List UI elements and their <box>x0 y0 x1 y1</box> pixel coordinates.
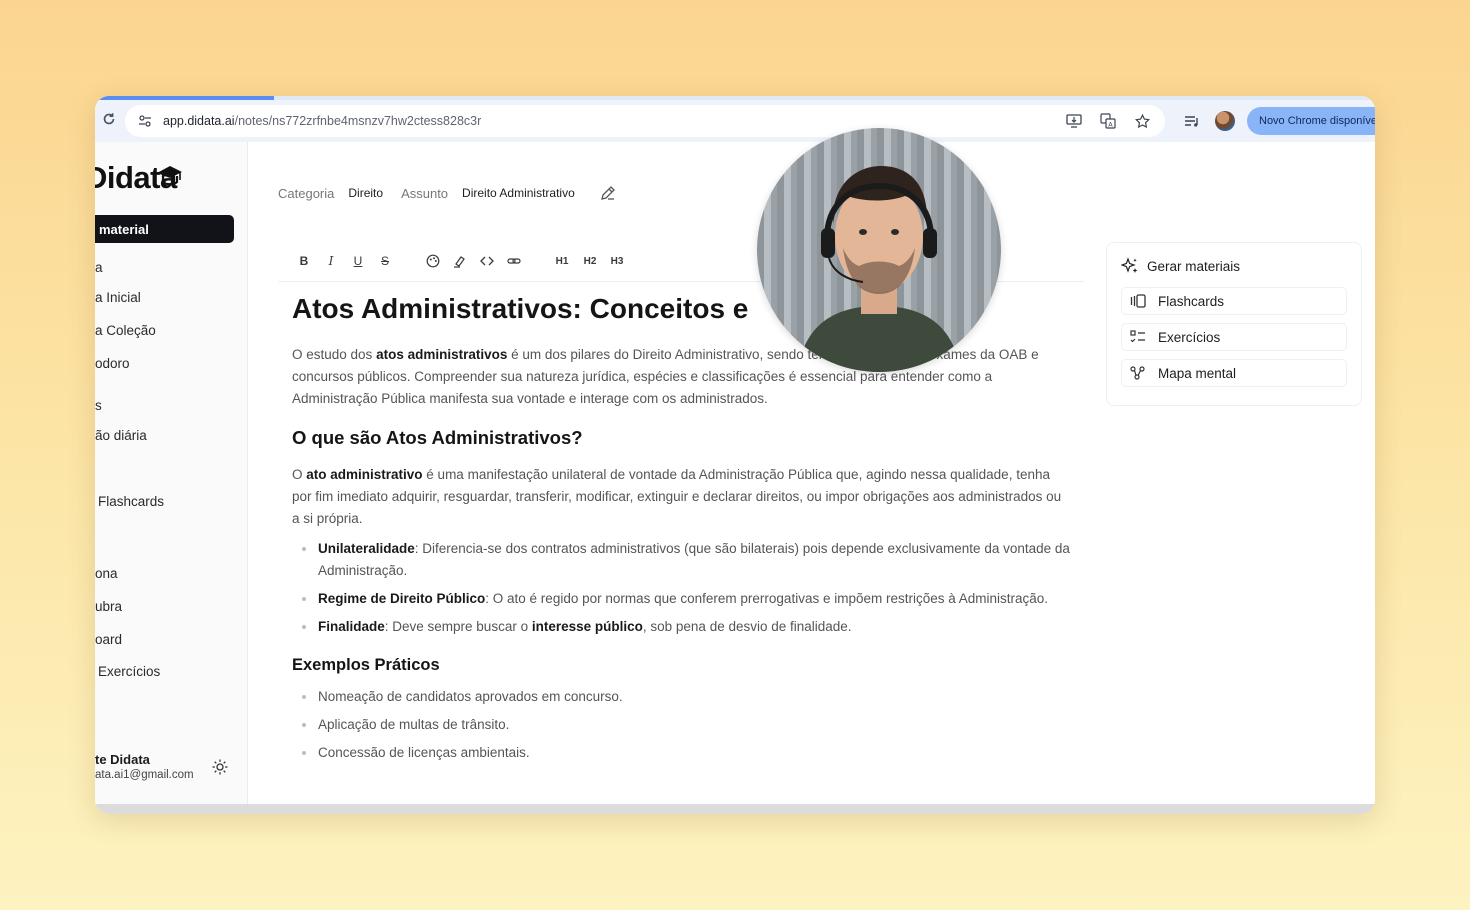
code-icon[interactable] <box>478 252 496 270</box>
panel-title: Gerar materiais <box>1121 257 1240 275</box>
user-name: te Didata <box>95 752 150 767</box>
sidebar-item-daily-review[interactable]: ão diária <box>95 428 147 443</box>
category-label: Categoria <box>278 185 335 201</box>
italic-icon[interactable]: I <box>322 252 340 270</box>
mind-map-icon <box>1130 366 1145 380</box>
list-item: Nomeação de candidatos aprovados em conc… <box>292 686 1072 708</box>
profile-avatar[interactable] <box>1215 111 1235 131</box>
user-email: ata.ai1@gmail.com <box>95 769 194 781</box>
list-item: Concessão de licenças ambientais. <box>292 742 1072 764</box>
sidebar-item-1[interactable]: a <box>95 260 103 275</box>
strikethrough-icon[interactable]: S <box>376 252 394 270</box>
sidebar-item-ubra[interactable]: ubra <box>95 599 122 614</box>
sidebar-item-home[interactable]: a Inicial <box>95 290 141 305</box>
sun-icon[interactable] <box>212 759 228 775</box>
sparkles-icon <box>1121 257 1138 273</box>
subject-label: Assunto <box>401 185 449 201</box>
examples-heading: Exemplos Práticos <box>292 656 440 674</box>
definition-paragraph: O ato administrativo é uma manifestação … <box>292 467 1062 526</box>
sidebar-item-ona[interactable]: ona <box>95 566 118 581</box>
heading-1-icon[interactable]: H1 <box>553 252 571 270</box>
sidebar-item-pomodoro[interactable]: odoro <box>95 356 130 371</box>
webcam-overlay <box>757 128 1001 372</box>
list-item: Unilateralidade: Diferencia-se dos contr… <box>292 538 1072 582</box>
generate-materials-panel: Gerar materiais Flashcards Exercícios Ma… <box>1106 242 1362 406</box>
generate-mind-map-button[interactable]: Mapa mental <box>1121 359 1347 387</box>
taskbar-strip <box>95 804 1375 814</box>
address-bar[interactable]: app.didata.ai/notes/ns772zrfnbe4msnzv7hw… <box>125 105 1165 137</box>
note-meta: Categoria Direito Assunto Direito Admini… <box>278 184 617 202</box>
new-material-button[interactable]: material <box>95 215 234 243</box>
translate-icon[interactable]: A <box>1099 112 1117 130</box>
heading-2-icon[interactable]: H2 <box>581 252 599 270</box>
edit-pencil-icon[interactable] <box>599 184 617 202</box>
reload-icon[interactable] <box>95 112 123 130</box>
sidebar-item-exercises[interactable]: Exercícios <box>98 664 160 679</box>
highlight-icon[interactable] <box>451 252 469 270</box>
bookmark-star-icon[interactable] <box>1133 112 1151 130</box>
site-settings-icon[interactable] <box>133 109 157 133</box>
link-icon[interactable] <box>505 252 523 270</box>
text-color-icon[interactable] <box>424 252 442 270</box>
browser-window: app.didata.ai/notes/ns772zrfnbe4msnzv7hw… <box>95 96 1375 814</box>
sidebar-section-label: s <box>95 398 102 413</box>
subject-value[interactable]: Direito Administrativo <box>462 186 575 200</box>
install-app-icon[interactable] <box>1065 112 1083 130</box>
section-heading: O que são Atos Administrativos? <box>292 427 583 448</box>
graduation-cap-icon <box>157 166 182 186</box>
sidebar: Didata material a a Inicial a Coleção od… <box>95 142 248 804</box>
list-item: Regime de Direito Público: O ato é regid… <box>292 588 1072 610</box>
generate-flashcards-button[interactable]: Flashcards <box>1121 287 1347 315</box>
browser-toolbar: app.didata.ai/notes/ns772zrfnbe4msnzv7hw… <box>95 100 1375 142</box>
checklist-icon <box>1130 330 1145 343</box>
url-text: app.didata.ai/notes/ns772zrfnbe4msnzv7hw… <box>163 114 482 128</box>
sidebar-item-collection[interactable]: a Coleção <box>95 323 156 338</box>
generate-exercises-button[interactable]: Exercícios <box>1121 323 1347 351</box>
svg-text:A: A <box>1108 121 1113 129</box>
examples-list: Nomeação de candidatos aprovados em conc… <box>292 686 1072 764</box>
characteristics-list: Unilateralidade: Diferencia-se dos contr… <box>292 538 1072 638</box>
sidebar-item-flashcards[interactable]: Flashcards <box>98 494 164 509</box>
list-item: Finalidade: Deve sempre buscar o interes… <box>292 616 1072 638</box>
underline-icon[interactable]: U <box>349 252 367 270</box>
category-value[interactable]: Direito <box>348 186 383 200</box>
heading-3-icon[interactable]: H3 <box>608 252 626 270</box>
list-item: Aplicação de multas de trânsito. <box>292 714 1072 736</box>
sidebar-item-board[interactable]: oard <box>95 632 122 647</box>
media-controls-icon[interactable] <box>1181 114 1203 128</box>
flashcards-icon <box>1130 294 1146 308</box>
presenter-video <box>797 166 961 372</box>
bold-icon[interactable]: B <box>295 252 313 270</box>
editor-content[interactable]: Atos Administrativos: Conceitos e O estu… <box>292 292 1072 770</box>
chrome-update-button[interactable]: Novo Chrome disponível <box>1247 107 1375 135</box>
intro-paragraph: O estudo dos atos administrativos é um d… <box>292 347 1039 406</box>
